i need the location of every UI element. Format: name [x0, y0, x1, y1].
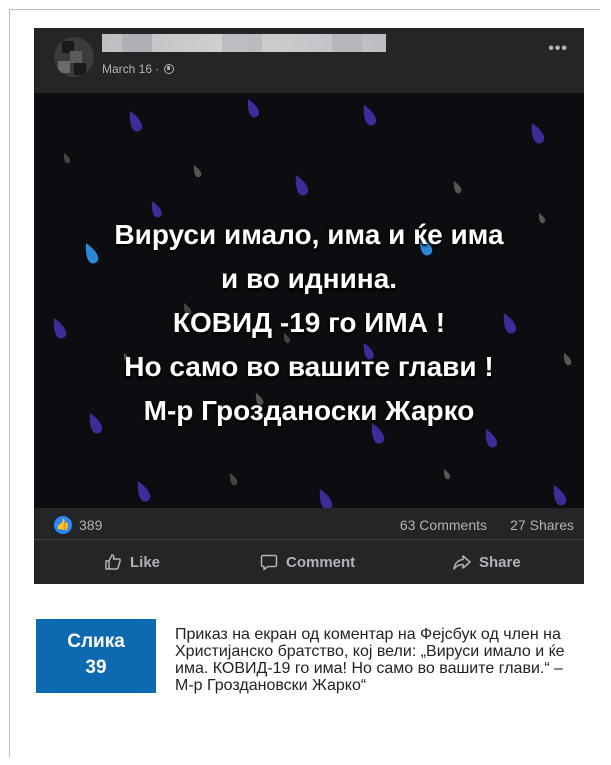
figure-badge: Слика 39: [36, 619, 156, 693]
raindrop: [453, 181, 462, 194]
post-stats: 👍 389 63 Comments 27 Shares: [34, 508, 584, 540]
comment-label: Comment: [286, 553, 356, 571]
like-label: Like: [130, 553, 161, 571]
raindrop: [247, 99, 259, 118]
raindrop: [63, 153, 71, 164]
raindrop: [295, 175, 309, 196]
comment-icon: [260, 554, 278, 571]
shares-count[interactable]: 27 Shares: [510, 517, 574, 533]
meta-separator: ·: [155, 62, 160, 76]
figure-number: 39: [85, 657, 107, 678]
thumbs-up-icon: [105, 554, 121, 570]
like-button[interactable]: Like: [104, 540, 160, 584]
post-actions: Like Comment Share: [34, 540, 584, 584]
globe-icon: [164, 64, 175, 74]
raindrop: [137, 481, 151, 502]
reactions-count[interactable]: 389: [79, 517, 102, 533]
share-label: Share: [479, 553, 521, 571]
post-meta: March 16 ·: [102, 62, 175, 76]
image-text-line: КОВИД -19 го ИМА !: [172, 307, 446, 338]
facebook-post: March 16 · ••• Вируси имало, има и ќе им…: [34, 28, 584, 584]
figure-label: Слика: [67, 631, 125, 652]
author-name-blurred[interactable]: [102, 34, 386, 52]
comment-button[interactable]: Comment: [260, 540, 355, 584]
image-text-line: Но само во вашите глави !: [124, 351, 494, 382]
image-text-line: и во иднина.: [220, 263, 398, 294]
raindrop: [319, 489, 333, 508]
raindrop: [129, 111, 143, 132]
more-icon[interactable]: •••: [548, 40, 568, 58]
comments-count[interactable]: 63 Comments: [400, 517, 487, 533]
like-reaction-icon[interactable]: 👍: [54, 516, 72, 534]
post-date[interactable]: March 16: [102, 62, 152, 76]
raindrop: [193, 165, 202, 178]
raindrop: [443, 469, 451, 480]
image-text-line: Вируси имало, има и ќе има: [114, 219, 504, 250]
avatar[interactable]: [54, 37, 94, 77]
raindrop: [229, 473, 238, 486]
raindrop: [553, 485, 567, 506]
raindrop: [363, 105, 377, 126]
raindrop: [531, 123, 545, 144]
post-image[interactable]: Вируси имало, има и ќе има и во иднина. …: [34, 93, 584, 508]
figure-caption: Приказ на екран од коментар на Фејсбук о…: [175, 626, 565, 694]
image-text-line: М-р Грозданоски Жарко: [143, 395, 475, 426]
share-icon: [453, 555, 471, 570]
share-button[interactable]: Share: [453, 540, 521, 584]
post-header: March 16 · •••: [34, 28, 584, 92]
image-text: Вируси имало, има и ќе има и во иднина. …: [34, 213, 584, 433]
